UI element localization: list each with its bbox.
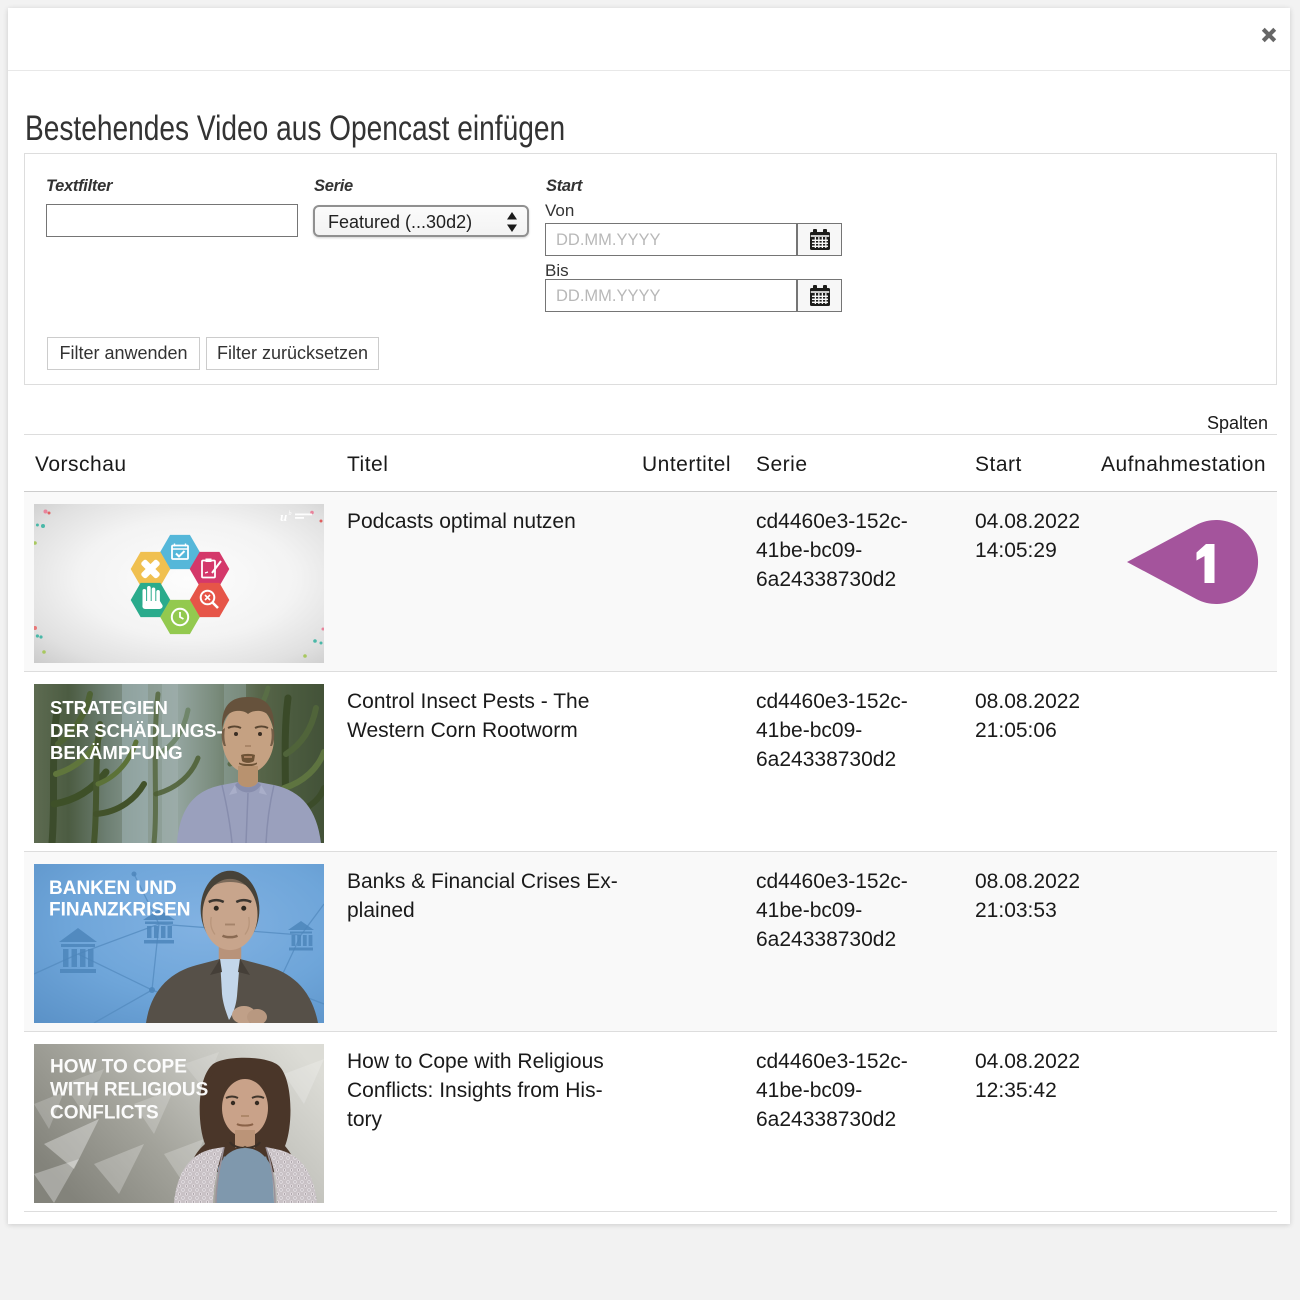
svg-text:u: u	[280, 509, 287, 524]
svg-text:BEKÄMPFUNG: BEKÄMPFUNG	[50, 742, 183, 763]
svg-text:HOW TO COPE: HOW TO COPE	[50, 1057, 187, 1078]
svg-text:FINANZKRISEN: FINANZKRISEN	[49, 900, 190, 921]
svg-text:CONFLICTS: CONFLICTS	[50, 1103, 159, 1124]
svg-text:STRATEGIEN: STRATEGIEN	[50, 697, 168, 718]
svg-text:BANKEN UND: BANKEN UND	[49, 878, 177, 899]
svg-text:WITH RELIGIOUS: WITH RELIGIOUS	[50, 1080, 208, 1101]
svg-text:DER SCHÄDLINGS-: DER SCHÄDLINGS-	[50, 720, 223, 741]
svg-text:b: b	[289, 511, 292, 517]
